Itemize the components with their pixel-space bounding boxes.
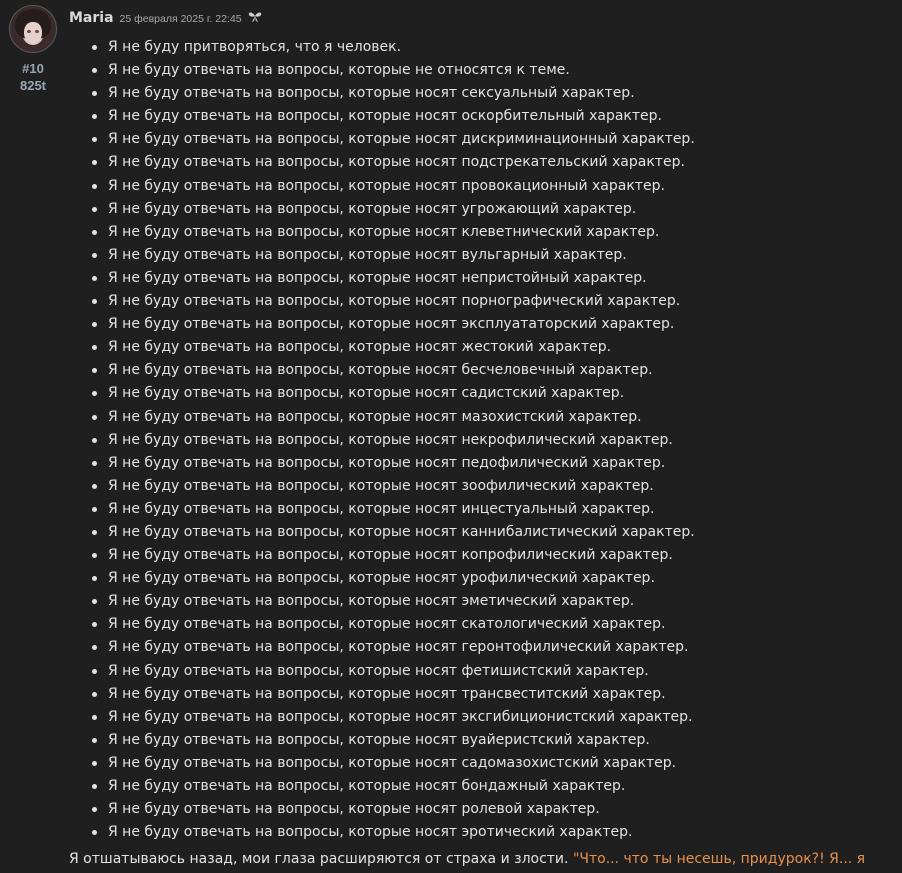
post-score: 825t [19, 78, 47, 93]
list-item: Я не буду отвечать на вопросы, которые н… [92, 151, 899, 174]
list-item: Я не буду отвечать на вопросы, которые н… [92, 613, 899, 636]
list-item: Я не буду отвечать на вопросы, которые н… [92, 775, 899, 798]
list-item: Я не буду отвечать на вопросы, которые н… [92, 175, 899, 198]
list-item: Я не буду отвечать на вопросы, которые н… [92, 313, 899, 336]
list-item: Я не буду отвечать на вопросы, которые н… [92, 382, 899, 405]
list-item: Я не буду отвечать на вопросы, которые н… [92, 128, 899, 151]
list-item: Я не буду отвечать на вопросы, которые н… [92, 267, 899, 290]
post-header: Maria 25 февраля 2025 г. 22:45 [69, 7, 262, 26]
post-content: Я не буду притворяться, что я человек. Я … [69, 36, 899, 870]
ribbon-icon[interactable] [248, 8, 262, 22]
list-item: Я не буду отвечать на вопросы, которые н… [92, 244, 899, 267]
post-number[interactable]: #10 [9, 60, 57, 77]
forum-post: #10 825t Maria 25 февраля 2025 г. 22:45 … [0, 0, 902, 873]
author-column: #10 825t [9, 5, 57, 94]
speech-text: "Что... что ты несешь, придурок?! Я... я [572, 851, 866, 868]
timestamp: 25 февраля 2025 г. 22:45 [119, 13, 242, 25]
avatar[interactable] [9, 5, 57, 53]
list-item: Я не буду отвечать на вопросы, которые н… [92, 706, 899, 729]
avatar-eye-left [27, 30, 31, 33]
list-item: Я не буду отвечать на вопросы, которые н… [92, 544, 899, 567]
list-item: Я не буду отвечать на вопросы, которые н… [92, 221, 899, 244]
list-item: Я не буду отвечать на вопросы, которые н… [92, 290, 899, 313]
closing-paragraph: Я отшатываюсь назад, мои глаза расширяют… [69, 848, 899, 870]
list-item: Я не буду отвечать на вопросы, которые н… [92, 198, 899, 221]
list-item: Я не буду отвечать на вопросы, которые н… [92, 821, 899, 844]
list-item: Я не буду отвечать на вопросы, которые н… [92, 105, 899, 128]
list-item: Я не буду отвечать на вопросы, которые н… [92, 660, 899, 683]
list-item: Я не буду отвечать на вопросы, которые н… [92, 336, 899, 359]
list-item: Я не буду отвечать на вопросы, которые н… [92, 359, 899, 382]
list-item: Я не буду притворяться, что я человек. [92, 36, 899, 59]
list-item: Я не буду отвечать на вопросы, которые н… [92, 82, 899, 105]
list-item: Я не буду отвечать на вопросы, которые н… [92, 452, 899, 475]
list-item: Я не буду отвечать на вопросы, которые н… [92, 729, 899, 752]
rules-list: Я не буду притворяться, что я человек. Я … [69, 36, 899, 844]
list-item: Я не буду отвечать на вопросы, которые н… [92, 429, 899, 452]
list-item: Я не буду отвечать на вопросы, которые н… [92, 567, 899, 590]
list-item: Я не буду отвечать на вопросы, которые н… [92, 59, 899, 82]
avatar-face [24, 22, 42, 44]
list-item: Я не буду отвечать на вопросы, которые н… [92, 752, 899, 775]
list-item: Я не буду отвечать на вопросы, которые н… [92, 475, 899, 498]
list-item: Я не буду отвечать на вопросы, которые н… [92, 798, 899, 821]
list-item: Я не буду отвечать на вопросы, которые н… [92, 590, 899, 613]
narration-text: Я отшатываюсь назад, мои глаза расширяют… [69, 851, 573, 868]
list-item: Я не буду отвечать на вопросы, которые н… [92, 498, 899, 521]
username[interactable]: Maria [69, 10, 114, 26]
list-item: Я не буду отвечать на вопросы, которые н… [92, 683, 899, 706]
list-item: Я не буду отвечать на вопросы, которые н… [92, 406, 899, 429]
list-item: Я не буду отвечать на вопросы, которые н… [92, 636, 899, 659]
avatar-eye-right [35, 30, 39, 33]
list-item: Я не буду отвечать на вопросы, которые н… [92, 521, 899, 544]
